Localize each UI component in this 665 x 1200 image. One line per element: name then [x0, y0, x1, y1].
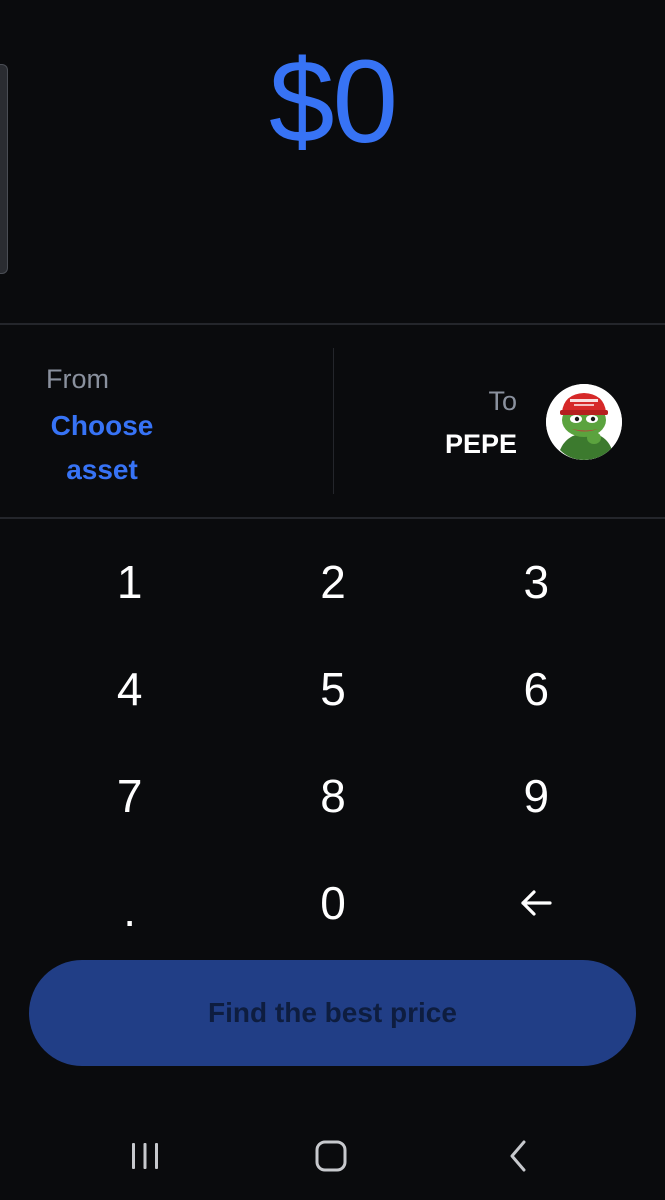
choose-asset-button[interactable]: Choose asset: [38, 404, 166, 492]
to-label: To: [488, 386, 517, 416]
from-label: From: [46, 364, 109, 394]
key-decimal[interactable]: .: [28, 849, 231, 956]
divider-bottom: [0, 517, 665, 519]
to-selector[interactable]: To PEPE: [445, 382, 517, 462]
key-5[interactable]: 5: [231, 635, 434, 742]
find-best-price-button[interactable]: Find the best price: [29, 960, 636, 1066]
key-1[interactable]: 1: [28, 528, 231, 635]
pepe-token-icon[interactable]: [546, 384, 622, 460]
back-button[interactable]: [488, 1128, 548, 1188]
system-navigation-bar: [0, 1110, 665, 1200]
home-icon: [314, 1139, 348, 1178]
to-asset-name: PEPE: [444, 429, 517, 459]
key-0[interactable]: 0: [231, 849, 434, 956]
back-icon: [507, 1139, 529, 1178]
key-4[interactable]: 4: [28, 635, 231, 742]
divider-top: [0, 323, 665, 325]
amount-display: $0: [268, 36, 398, 168]
key-9[interactable]: 9: [435, 742, 638, 849]
home-button[interactable]: [301, 1128, 361, 1188]
choose-asset-line2: asset: [66, 454, 138, 485]
numeric-keypad: 1 2 3 4 5 6 7 8 9 . 0: [28, 528, 638, 956]
from-selector[interactable]: From Choose asset: [38, 360, 166, 492]
key-6[interactable]: 6: [435, 635, 638, 742]
key-7[interactable]: 7: [28, 742, 231, 849]
recent-apps-button[interactable]: [115, 1128, 175, 1188]
vertical-divider: [333, 348, 334, 494]
backspace-key[interactable]: [435, 849, 638, 956]
choose-asset-line1: Choose: [50, 410, 154, 441]
key-8[interactable]: 8: [231, 742, 434, 849]
key-3[interactable]: 3: [435, 528, 638, 635]
backspace-arrow-icon: [519, 889, 553, 917]
recent-apps-icon: [129, 1141, 161, 1176]
key-2[interactable]: 2: [231, 528, 434, 635]
